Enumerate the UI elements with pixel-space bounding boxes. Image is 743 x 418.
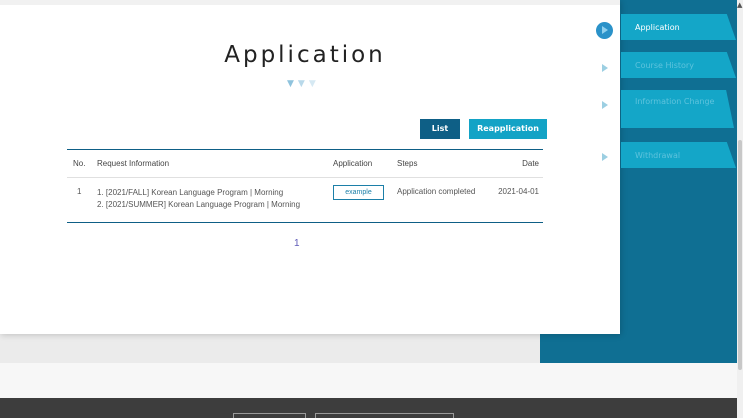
- row-application: example: [333, 178, 397, 223]
- header-request-information: Request Information: [97, 159, 170, 168]
- side-menu-label-application: Application: [621, 14, 736, 40]
- pagination-current-page[interactable]: 1: [294, 238, 300, 249]
- play-circle-icon: [596, 97, 613, 114]
- chevron-down-icon: ▼: [308, 79, 320, 89]
- list-button[interactable]: List: [420, 119, 460, 139]
- footer-select-box[interactable]: [233, 413, 306, 418]
- row-date: 2021-04-01: [498, 187, 539, 196]
- row-request-information: 1. [2021/FALL] Korean Language Program |…: [97, 178, 333, 223]
- reapplication-button[interactable]: Reapplication: [469, 119, 547, 139]
- side-menu-label-course-history: Course History: [621, 52, 736, 78]
- table-header-row: No. Request Information Application Step…: [67, 149, 543, 178]
- application-table: No. Request Information Application Step…: [67, 149, 543, 223]
- header-application: Application: [333, 159, 373, 168]
- card-top-strip: [0, 0, 620, 5]
- content-card: Application ▼▼▼ List Reapplication No. R…: [0, 0, 620, 334]
- table-row: 1 1. [2021/FALL] Korean Language Program…: [67, 178, 543, 223]
- play-circle-icon: [596, 60, 613, 77]
- application-example-button[interactable]: example: [333, 185, 384, 200]
- play-circle-icon: [596, 22, 613, 39]
- side-menu-label-information-change: Information Change: [621, 90, 734, 128]
- row-steps: Application completed: [397, 187, 476, 196]
- header-no: No.: [73, 159, 86, 168]
- row-number: 1: [77, 187, 82, 196]
- header-steps: Steps: [397, 159, 418, 168]
- chevron-down-icon: ▼: [287, 79, 298, 89]
- chevron-down-icon: ▼: [297, 79, 309, 89]
- request-line-1: 1. [2021/FALL] Korean Language Program |…: [97, 188, 284, 197]
- request-line-2: 2. [2021/SUMMER] Korean Language Program…: [97, 200, 301, 209]
- scrollbar-thumb[interactable]: [738, 140, 742, 370]
- play-circle-icon: [596, 149, 613, 166]
- scroll-up-arrow-icon[interactable]: ▲: [737, 2, 742, 9]
- title-decoration: ▼▼▼: [287, 79, 320, 89]
- footer-family-site-box[interactable]: [315, 413, 454, 418]
- page-title: Application: [224, 42, 386, 68]
- header-date: Date: [522, 159, 539, 168]
- footer-band: [0, 363, 743, 398]
- side-menu-label-withdrawal: Withdrawal: [621, 142, 736, 168]
- page-scrollbar[interactable]: ▲: [737, 0, 743, 418]
